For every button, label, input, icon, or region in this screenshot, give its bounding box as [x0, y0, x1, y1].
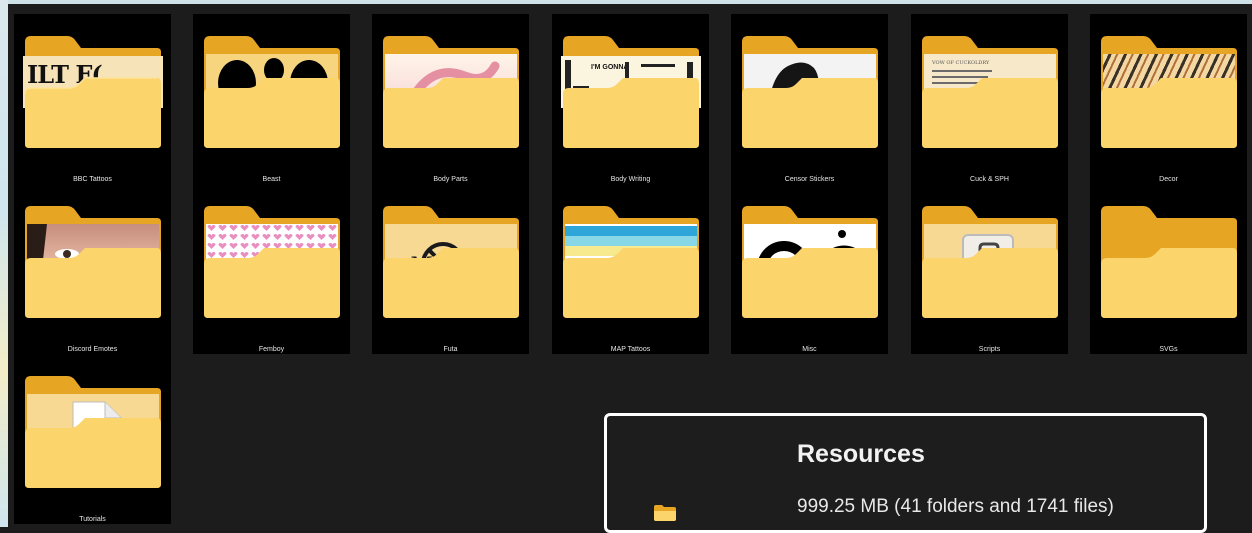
folder-icon [23, 202, 163, 320]
folder-label: Cuck & SPH [970, 176, 1009, 183]
folder-label: Censor Stickers [784, 176, 835, 183]
folder-icon [202, 202, 342, 320]
folder-tile-beast[interactable]: Beast [193, 14, 350, 184]
folder-tile-censor-stickers[interactable]: Censor Stickers [731, 14, 888, 184]
folder-label: MAP Tattoos [610, 346, 651, 353]
folder-label: Femboy [258, 346, 285, 353]
folder-icon [740, 32, 880, 150]
folder-icon [561, 202, 701, 320]
folder-label: Body Parts [433, 176, 468, 183]
folder-label: Body Writing [610, 176, 651, 183]
folder-tile-svgs[interactable]: SVGs [1090, 184, 1247, 354]
folder-tile-misc[interactable]: Misc [731, 184, 888, 354]
folder-icon [381, 32, 521, 150]
folder-label: Beast [262, 176, 281, 183]
folder-icon: VOW OF CUCKOLDRY [920, 32, 1060, 150]
folder-label: Discord Emotes [67, 346, 118, 353]
folder-tile-body-parts[interactable]: Body Parts [372, 14, 529, 184]
folder-tile-decor[interactable]: Decor [1090, 14, 1247, 184]
folder-icon [1099, 32, 1239, 150]
folder-label: Misc [802, 346, 817, 353]
folder-icon [23, 372, 163, 490]
folder-label: Scripts [978, 346, 1001, 353]
folder-icon [654, 505, 676, 526]
folder-tile-discord-emotes[interactable]: Discord Emotes [14, 184, 171, 354]
folder-icon [1099, 202, 1239, 320]
folder-icon: I'M GONNA [561, 32, 701, 150]
folder-tile-femboy[interactable]: Femboy [193, 184, 350, 354]
folder-tile-tutorials[interactable]: Tutorials [14, 354, 171, 524]
folder-tile-scripts[interactable]: Scripts [911, 184, 1068, 354]
folder-label: Tutorials [79, 516, 106, 523]
folder-icon: ILT F( [23, 32, 163, 150]
folder-icon [740, 202, 880, 320]
folder-label: SVGs [1159, 346, 1178, 353]
folder-label: BBC Tattoos [73, 176, 112, 183]
folder-tile-bbc-tattoos[interactable]: ILT F( BBC Tattoos [14, 14, 171, 184]
folder-label: Decor [1159, 176, 1178, 183]
folder-size-summary: 999.25 MB (41 folders and 1741 files) [797, 496, 1114, 517]
folder-label: Futa [443, 346, 458, 353]
folder-tile-map-tattoos[interactable]: MAP Tattoos [552, 184, 709, 354]
folder-icon: MALES [381, 202, 521, 320]
panel-title: Resources [797, 440, 925, 468]
properties-panel: Resources 999.25 MB (41 folders and 1741… [604, 413, 1207, 533]
folder-tile-futa[interactable]: MALES Futa [372, 184, 529, 354]
folder-tile-body-writing[interactable]: I'M GONNA Body Writing [552, 14, 709, 184]
folder-icon [920, 202, 1060, 320]
folder-tile-cuck-sph[interactable]: VOW OF CUCKOLDRY Cuck & SPH [911, 14, 1068, 184]
folder-icon [202, 32, 342, 150]
